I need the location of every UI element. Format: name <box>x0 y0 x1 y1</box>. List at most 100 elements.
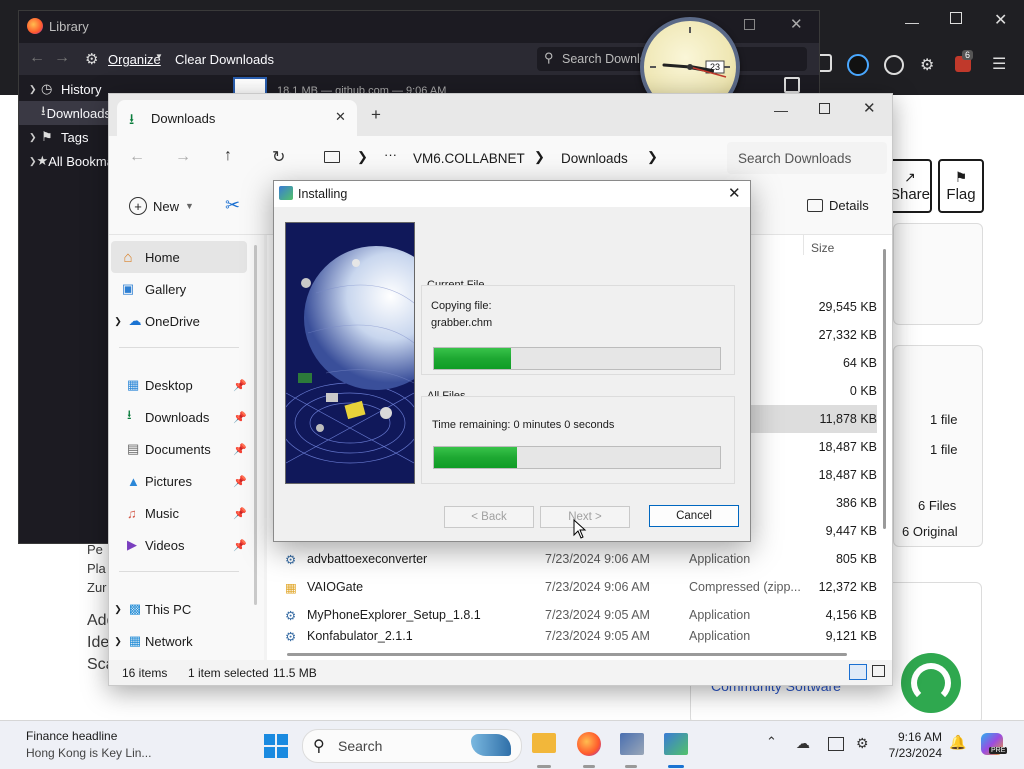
up-icon[interactable]: ↑ <box>224 147 232 165</box>
table-row[interactable]: 386 KB <box>747 489 877 517</box>
pin-icon[interactable]: 📌 <box>233 411 247 424</box>
network-off-icon[interactable]: ☁ <box>796 735 810 752</box>
plus-icon: + <box>129 197 147 215</box>
cut-icon[interactable]: ✂ <box>225 195 240 216</box>
bell-icon[interactable]: 🔔 <box>949 734 966 751</box>
forward-icon[interactable]: → <box>175 148 191 166</box>
tag-icon: ⚑ <box>41 129 53 144</box>
restore-icon[interactable] <box>950 12 962 24</box>
back-icon[interactable]: ← <box>29 49 45 67</box>
menu-icon[interactable]: ☰ <box>992 54 1006 74</box>
setup-taskbar-icon[interactable] <box>664 733 688 755</box>
breadcrumb-segment[interactable]: VM6.COLLABNET <box>413 151 525 166</box>
side-card <box>893 223 983 325</box>
tab-downloads[interactable]: ⭳ Downloads ✕ <box>117 100 357 136</box>
nav-item-network[interactable]: ❯ ▦ Network <box>111 625 247 657</box>
start-button[interactable] <box>264 734 288 758</box>
nav-item-pictures[interactable]: ▲ Pictures 📌 <box>127 465 247 497</box>
minimize-icon[interactable]: — <box>774 102 788 118</box>
details-view-icon[interactable] <box>849 664 867 680</box>
file-explorer-taskbar-icon[interactable] <box>532 733 556 753</box>
size-cell: 805 KB <box>835 552 877 566</box>
clock-icon: ◷ <box>41 81 53 96</box>
installer-taskbar-icon[interactable] <box>620 733 644 755</box>
nav-item-this-pc[interactable]: ❯ ▩ This PC <box>111 593 247 625</box>
table-row[interactable]: ▦ VAIOGate 7/23/2024 9:06 AM Compressed … <box>285 573 877 601</box>
explorer-search-input[interactable]: Search Downloads <box>727 142 887 174</box>
flag-icon: ⚑ <box>954 169 968 185</box>
vpn-icon[interactable] <box>847 54 869 76</box>
details-button[interactable]: Details <box>807 198 869 213</box>
tree-item-downloads[interactable]: ⭳ Downloads <box>19 101 111 125</box>
library-maximize-icon[interactable] <box>744 19 755 30</box>
account-icon[interactable] <box>884 55 904 75</box>
close-icon[interactable]: ✕ <box>728 184 741 202</box>
nav-item-home[interactable]: ⌂ Home <box>111 241 247 273</box>
chevron-up-icon[interactable]: ⌃ <box>766 734 777 750</box>
breadcrumb-segment[interactable]: Downloads <box>561 151 628 166</box>
clear-downloads-button[interactable]: Clear Downloads <box>175 52 274 67</box>
flag-button[interactable]: ⚑ Flag <box>938 159 984 213</box>
tiles-view-icon[interactable] <box>872 665 885 677</box>
share-button[interactable]: ↗ Share <box>888 159 932 213</box>
monitor-icon <box>324 151 340 163</box>
organize-button[interactable]: Organize <box>108 52 161 67</box>
pin-icon[interactable]: 📌 <box>233 507 247 520</box>
six-original: 6 Original <box>902 524 958 539</box>
nav-label: Gallery <box>145 281 187 297</box>
breadcrumb[interactable]: ❯ ··· VM6.COLLABNET ❯ Downloads ❯ <box>309 142 709 174</box>
new-tab-icon[interactable]: + <box>371 105 381 125</box>
computer-icon: ▩ <box>128 601 142 616</box>
firefox-icon <box>27 18 43 34</box>
news-widget[interactable]: Finance headline Hong Kong is Key Lin... <box>26 729 166 761</box>
nav-item-onedrive[interactable]: ❯ ☁ OneDrive <box>111 305 247 337</box>
tree-item-history[interactable]: ❯ ◷ History <box>19 77 111 101</box>
nav-item-downloads[interactable]: ⭳ Downloads 📌 <box>127 401 247 433</box>
open-folder-icon[interactable] <box>784 77 800 93</box>
horizontal-scrollbar[interactable] <box>287 653 847 656</box>
nav-item-desktop[interactable]: ▦ Desktop 📌 <box>127 369 247 401</box>
table-row[interactable]: ⚙ advbattoexeconverter 7/23/2024 9:06 AM… <box>285 545 877 573</box>
back-button[interactable]: < Back <box>444 506 534 528</box>
table-row-partial[interactable]: ⚙ Konfabulator_2.1.1 7/23/2024 9:05 AM A… <box>285 629 877 643</box>
pin-icon[interactable]: 📌 <box>233 443 247 456</box>
settings-tray-icon[interactable]: ⚙ <box>856 735 869 752</box>
pin-icon[interactable]: 📌 <box>233 379 247 392</box>
nav-label: Music <box>145 505 179 521</box>
close-icon[interactable]: ✕ <box>994 10 1007 30</box>
table-row[interactable]: 64 KB <box>747 349 877 377</box>
table-row[interactable]: ⚙ MyPhoneExplorer_Setup_1.8.1 7/23/2024 … <box>285 601 877 629</box>
tab-close-icon[interactable]: ✕ <box>335 109 346 125</box>
type-cell: Compressed (zipp... <box>689 580 801 594</box>
pin-icon[interactable]: 📌 <box>233 475 247 488</box>
pin-icon[interactable]: 📌 <box>233 539 247 552</box>
table-row[interactable]: 18,487 KB <box>747 433 877 461</box>
size-column-header[interactable]: Size <box>811 241 834 255</box>
firefox-taskbar-icon[interactable] <box>577 732 601 756</box>
clock-area[interactable]: 9:16 AM 7/23/2024 <box>886 729 942 761</box>
nav-scrollbar[interactable] <box>254 245 257 605</box>
library-close-icon[interactable]: ✕ <box>790 15 803 33</box>
close-icon[interactable]: ✕ <box>863 99 876 117</box>
nav-item-gallery[interactable]: ▣ Gallery <box>111 273 247 305</box>
taskbar-search[interactable]: ⚲ Search <box>302 729 522 763</box>
vertical-scrollbar[interactable] <box>883 249 886 529</box>
nav-item-videos[interactable]: ▶ Videos 📌 <box>127 529 247 561</box>
new-button[interactable]: + New ▼ <box>129 197 194 215</box>
tree-item-all-bookmarks[interactable]: ❯ ★ All Bookmarks <box>19 149 111 173</box>
table-row[interactable]: 29,545 KB <box>747 293 877 321</box>
cancel-button[interactable]: Cancel <box>649 505 739 527</box>
refresh-icon[interactable]: ↻ <box>272 147 285 167</box>
forward-icon[interactable]: → <box>54 49 70 67</box>
maximize-icon[interactable] <box>819 103 830 114</box>
tree-item-tags[interactable]: ❯ ⚑ Tags <box>19 125 111 149</box>
nav-item-music[interactable]: ♫ Music 📌 <box>127 497 247 529</box>
back-icon[interactable]: ← <box>129 148 145 166</box>
minimize-icon[interactable]: — <box>905 14 919 30</box>
extensions-icon[interactable]: ⚙ <box>920 55 934 75</box>
display-icon[interactable] <box>828 737 844 751</box>
more-icon[interactable]: ··· <box>384 147 397 162</box>
table-row[interactable]: 18,487 KB <box>747 461 877 489</box>
type-cell: Application <box>689 629 751 643</box>
nav-item-documents[interactable]: ▤ Documents 📌 <box>127 433 247 465</box>
